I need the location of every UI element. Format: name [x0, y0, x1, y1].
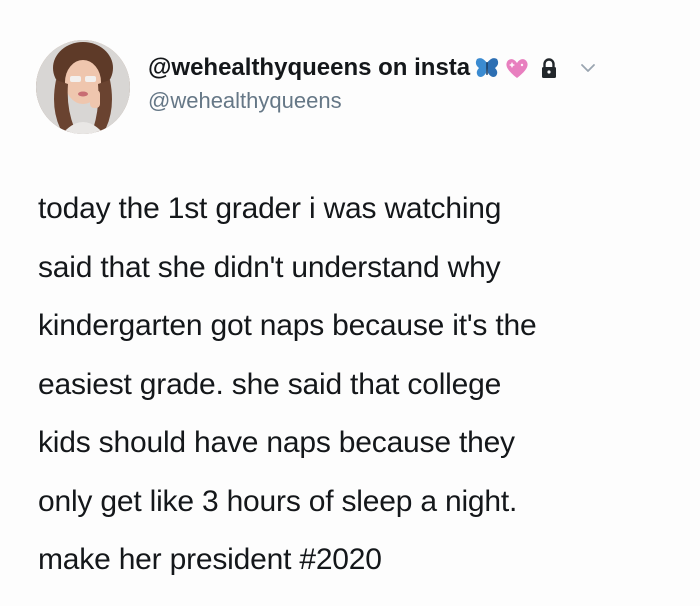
user-handle[interactable]: @wehealthyqueens — [148, 86, 668, 116]
account-names: @wehealthyqueens on insta @wehealthyquee… — [148, 52, 668, 116]
chevron-down-icon[interactable] — [580, 60, 596, 76]
display-name[interactable]: @wehealthyqueens on insta — [148, 52, 470, 84]
avatar-photo — [36, 40, 130, 134]
tweet-header: @wehealthyqueens on insta @wehealthyquee… — [36, 40, 676, 140]
display-name-row: @wehealthyqueens on insta — [148, 52, 668, 84]
tweet-text: today the 1st grader i was watching said… — [38, 180, 678, 590]
tweet-text-line: said that she didn't understand why — [38, 250, 501, 284]
tweet-text-line: kids should have naps because they — [38, 426, 515, 459]
tweet-text-line: only get like 3 hours of sleep a night. — [38, 484, 518, 518]
sparkling-heart-icon — [504, 55, 530, 81]
tweet-card: @wehealthyqueens on insta @wehealthyquee… — [0, 0, 700, 606]
avatar[interactable] — [36, 40, 130, 134]
tweet-text-line: easiest grade. she said that college — [38, 367, 502, 401]
butterfly-icon — [474, 55, 500, 81]
tweet-text-line: make her president #2020 — [38, 543, 382, 576]
lock-icon — [540, 57, 558, 79]
tweet-text-line: kindergarten got naps because it's the — [38, 309, 537, 342]
tweet-text-line: today the 1st grader i was watching — [38, 192, 502, 225]
